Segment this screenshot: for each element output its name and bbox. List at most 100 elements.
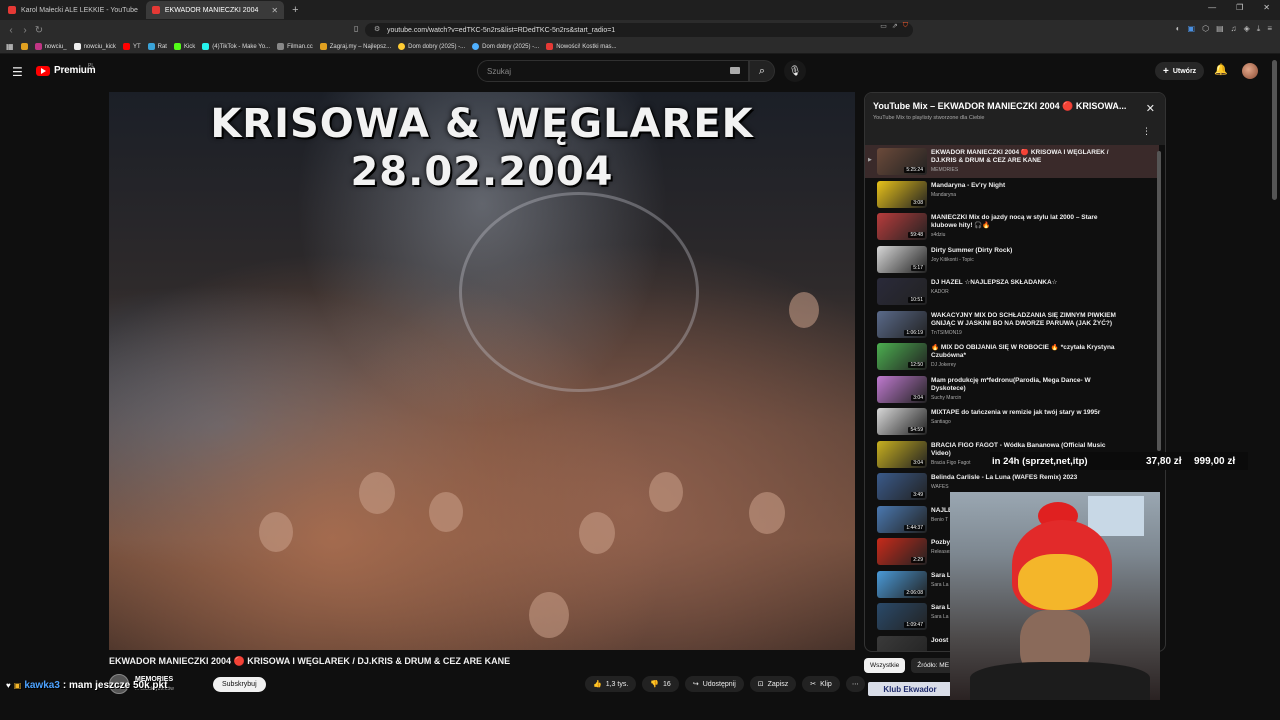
search-button[interactable]: ⌕ (749, 60, 775, 82)
like-button[interactable]: 👍 1,3 tys. (585, 676, 637, 692)
playlist-item-title[interactable]: DJ HAZEL ☆NAJLEPSZA SKŁADANKA☆ (931, 279, 1121, 287)
playlist-item-title[interactable]: EKWADOR MANIECZKI 2004 🔴 KRISOWA I WĘGLA… (931, 149, 1121, 165)
playlist-more-icon[interactable]: ⋮ (1142, 126, 1151, 137)
notifications-bell-icon[interactable]: 🔔 (1214, 63, 1228, 76)
video-thumbnail[interactable]: 54:59 (877, 408, 927, 435)
menu-icon[interactable]: ≡ (1267, 24, 1272, 34)
bookmark-item[interactable]: Nowości! Kostki mas... (546, 43, 617, 50)
bookmark-folder[interactable] (20, 43, 28, 50)
playlist-item[interactable]: 54:59 MIXTAPE do tańczenia w remizie jak … (865, 405, 1159, 438)
wallet-icon[interactable]: ◈ (1244, 24, 1250, 34)
site-info-icon[interactable]: ⚙ (374, 25, 380, 33)
guide-menu-icon[interactable]: ☰ (12, 65, 23, 79)
maximize-icon[interactable]: ❐ (1236, 3, 1243, 12)
video-thumbnail[interactable]: 5:17 (877, 245, 927, 273)
playlist-item-title[interactable]: MANIECZKI Mix do jazdy nocą w stylu lat … (931, 214, 1121, 230)
video-thumbnail[interactable]: 3:04 (877, 375, 927, 403)
bookmark-item[interactable]: Kick (173, 43, 195, 50)
bookmark-item[interactable]: Dom dobry (2025) -... (472, 43, 539, 50)
extension-icon[interactable]: ▤ (1216, 24, 1224, 34)
bookmark-item[interactable]: Filman.cc (277, 43, 313, 50)
video-thumbnail[interactable]: 3:08 (877, 180, 927, 208)
browser-tab-karol[interactable]: Karol Małecki ALE LEKKIE - YouTube (2, 1, 144, 19)
share-button[interactable]: ↪ Udostępnij (684, 676, 744, 692)
bookmark-icon[interactable]: ▯ (354, 24, 358, 33)
playlist-item-title[interactable]: 🔥 MIX DO OBIJANIA SIĘ W ROBOCIE 🔥 *czyta… (931, 344, 1121, 360)
extension-icon[interactable]: ▣ (1188, 24, 1196, 34)
video-thumbnail[interactable]: 5:25:24 (877, 148, 927, 175)
video-thumbnail[interactable] (877, 635, 927, 651)
video-thumbnail[interactable]: 1:09:47 (877, 603, 927, 630)
bookmark-item[interactable]: nowciu_ (34, 43, 67, 50)
bookmark-item[interactable]: Dom dobry (2025) -... (398, 43, 465, 50)
video-thumbnail[interactable]: 10:51 (877, 278, 927, 305)
clip-button[interactable]: ✂ Klip (802, 676, 840, 692)
playlist-item-title[interactable]: MIXTAPE do tańczenia w remizie jak twój … (931, 409, 1121, 417)
voice-search-button[interactable]: 🎙 (784, 60, 806, 82)
playlist-item[interactable]: 12:50 🔥 MIX DO OBIJANIA SIĘ W ROBOCIE 🔥 *… (865, 340, 1159, 373)
new-tab-icon[interactable]: + (292, 4, 298, 16)
playlist-item-title[interactable]: Mandaryna - Ev'ry Night (931, 182, 1121, 190)
browser-tab-ekwador[interactable]: EKWADOR MANIECZKI 2004 ✕ (145, 1, 285, 19)
extension-icon[interactable]: ◐ (1176, 24, 1181, 34)
bookmark-save-icon: ⊡ (757, 681, 764, 688)
screenshot-icon[interactable]: ▭ (880, 22, 887, 30)
minimize-icon[interactable]: — (1208, 3, 1216, 12)
video-thumbnail[interactable]: 1:06:19 (877, 310, 927, 338)
download-icon[interactable]: ⤓ (1257, 24, 1261, 34)
keyboard-icon[interactable] (730, 67, 740, 74)
video-thumbnail[interactable]: 3:49 (877, 473, 927, 500)
chip-all[interactable]: Wszystkie (864, 658, 906, 673)
video-player[interactable]: KRISOWA & WĘGLAREK 28.02.2004 (109, 92, 855, 650)
playlist-item-text: Mandaryna - Ev'ry Night Mandaryna (931, 182, 1121, 198)
close-playlist-icon[interactable]: ✕ (1146, 102, 1155, 115)
playlist-item[interactable]: ▶ 5:25:24 EKWADOR MANIECZKI 2004 🔴 KRISOWA… (865, 145, 1159, 178)
close-window-icon[interactable]: ✕ (1263, 3, 1270, 12)
playlist-item[interactable]: 59:48 MANIECZKI Mix do jazdy nocą w stylu… (865, 210, 1159, 243)
playlist-item[interactable]: 1:06:19 WAKACYJNY MIX DO SCHŁADZANIA SIĘ … (865, 308, 1159, 341)
forward-icon[interactable]: › (18, 25, 32, 36)
playlist-item-title[interactable]: Dirty Summer (Dirty Rock) (931, 247, 1121, 255)
playlist-item[interactable]: 5:17 Dirty Summer (Dirty Rock) Joy Kitikon… (865, 243, 1159, 276)
bookmark-item[interactable]: YT (122, 43, 141, 50)
bookmark-item[interactable]: nowciu_kick (73, 43, 116, 50)
playlist-item[interactable]: 3:08 Mandaryna - Ev'ry Night Mandaryna (865, 178, 1159, 211)
more-actions-button[interactable]: ⋯ (845, 676, 865, 692)
video-thumbnail[interactable]: 12:50 (877, 343, 927, 370)
account-avatar[interactable] (1242, 63, 1258, 79)
url-field[interactable]: ⚙ youtube.com/watch?v=edTKC-5n2rs&list=R… (365, 23, 913, 37)
video-duration: 3:08 (911, 199, 925, 206)
playlist-item-title[interactable]: Mam produkcję m*fedronu(Parodia, Mega Da… (931, 377, 1121, 393)
playlist-item-title[interactable]: Belinda Carlisle - La Luna (WAFES Remix)… (931, 474, 1121, 482)
video-thumbnail[interactable]: 1:44:37 (877, 505, 927, 533)
playlist-title[interactable]: YouTube Mix – EKWADOR MANIECZKI 2004 🔴 K… (873, 101, 1137, 112)
share-icon[interactable]: ⇗ (892, 22, 898, 30)
chip-source[interactable]: Źródło: ME (911, 658, 956, 673)
subscribe-button[interactable]: Subskrybuj (213, 677, 266, 692)
video-thumbnail[interactable]: 59:48 (877, 213, 927, 240)
video-thumbnail[interactable]: 3:04 (877, 440, 927, 468)
reload-icon[interactable]: ↻ (32, 25, 46, 36)
create-button[interactable]: + Utwórz (1155, 62, 1205, 80)
related-video-thumbnail[interactable]: Klub Ekwador (868, 682, 952, 696)
save-button[interactable]: ⊡ Zapisz (749, 676, 797, 692)
bookmark-item[interactable]: Rat (147, 43, 167, 50)
playlist-item[interactable]: 10:51 DJ HAZEL ☆NAJLEPSZA SKŁADANKA☆ KADOR (865, 275, 1159, 308)
bookmark-item[interactable]: Zagraj.my – Najlepsz... (319, 43, 391, 50)
apps-grid-icon[interactable]: ▦ (6, 42, 14, 51)
search-input[interactable]: Szukaj (477, 60, 749, 82)
bookmark-item[interactable]: (4)TikTok - Make Yo... (202, 43, 270, 50)
youtube-premium-logo[interactable]: Premium PL (36, 63, 96, 76)
playlist-scrollbar[interactable] (1157, 151, 1161, 451)
dislike-button[interactable]: 👎 16 (642, 676, 679, 692)
page-scrollbar[interactable] (1272, 60, 1277, 200)
back-icon[interactable]: ‹ (4, 25, 18, 36)
video-thumbnail[interactable]: 2:06:08 (877, 570, 927, 598)
playlist-item-title[interactable]: WAKACYJNY MIX DO SCHŁADZANIA SIĘ ZIMNYM … (931, 312, 1121, 328)
music-icon[interactable]: ♫ (1231, 24, 1237, 34)
playlist-item[interactable]: 3:04 Mam produkcję m*fedronu(Parodia, Meg… (865, 373, 1159, 406)
video-thumbnail[interactable]: 2:29 (877, 538, 927, 565)
close-tab-icon[interactable]: ✕ (271, 6, 278, 15)
extension-icon[interactable]: ⬡ (1202, 24, 1209, 34)
brave-shield-icon[interactable]: ⛉ (903, 22, 908, 30)
